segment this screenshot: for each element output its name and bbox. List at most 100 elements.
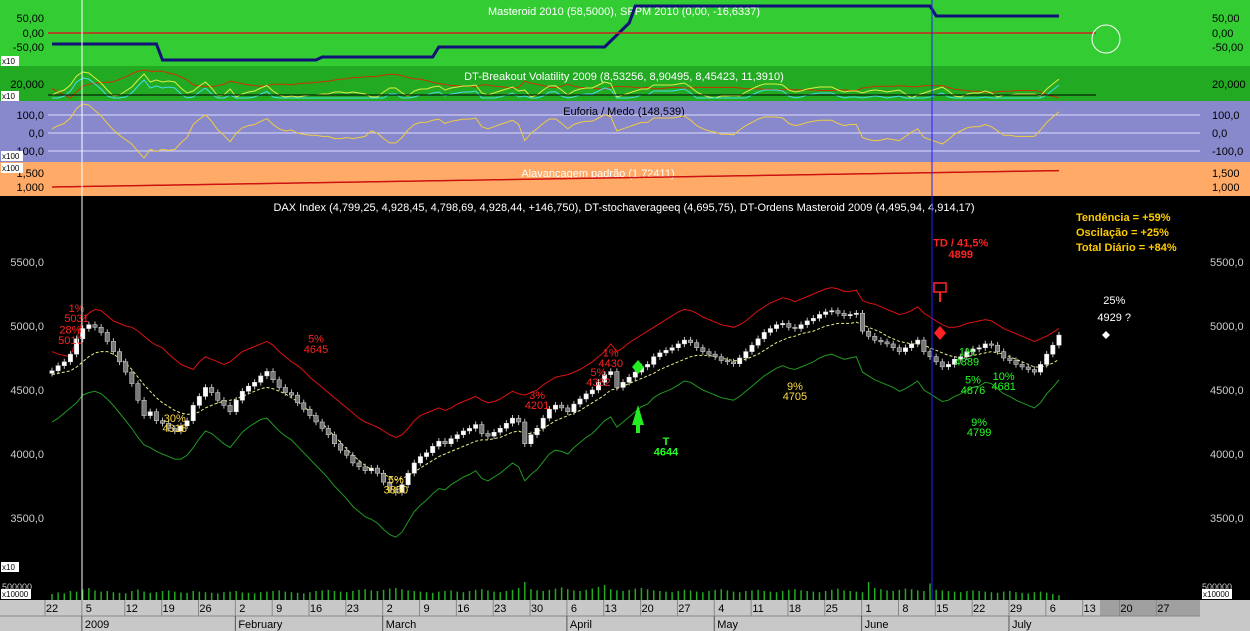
candle-down	[307, 408, 313, 416]
masteroid-tick-right-1: 50,00	[1212, 13, 1240, 25]
candle-down	[227, 405, 233, 413]
candle-down	[362, 466, 368, 471]
candle-down	[988, 343, 994, 346]
candle-up	[417, 456, 423, 464]
candle-up	[645, 364, 651, 368]
candle-down	[921, 339, 927, 352]
candle-up	[571, 403, 577, 413]
candle-up	[663, 350, 669, 354]
candle-down	[117, 351, 122, 363]
candle-down	[522, 421, 528, 445]
candle-up	[829, 310, 835, 313]
candle-down	[878, 339, 884, 343]
alavancagem-scale-tag: x100	[2, 164, 20, 173]
candle-up	[190, 405, 196, 421]
euforia-tick-left-2: 0,0	[29, 128, 44, 140]
candle-down	[141, 399, 147, 416]
annotation-label: 4705	[783, 391, 807, 403]
x-axis-day-label: 13	[605, 603, 617, 615]
candle-up	[49, 370, 55, 374]
candle-up	[669, 347, 675, 351]
candle-down	[1001, 351, 1007, 359]
candle-down	[731, 361, 736, 365]
x-axis-day-label: 27	[678, 603, 690, 615]
candle-down	[356, 462, 362, 468]
candle-up	[798, 324, 804, 329]
masteroid-tick-left-2: 0,00	[23, 28, 44, 40]
summary-total: Total Diário = +84%	[1076, 242, 1177, 254]
candle-up	[915, 339, 921, 345]
masteroid-tick-left-3: -50,00	[13, 42, 44, 54]
candle-up	[528, 434, 534, 445]
candle-up	[804, 320, 810, 325]
x-axis-day-label: 5	[86, 603, 92, 615]
masteroid-title: Masteroid 2010 (58,5000), SPPM 2010 (0,0…	[488, 6, 760, 18]
annotation-label: 4899	[948, 249, 972, 261]
price-tick-left-3: 4500,0	[10, 385, 44, 397]
candle-up	[196, 396, 202, 406]
x-axis-day-label: 13	[1084, 603, 1096, 615]
candle-up	[749, 344, 755, 352]
candle-up	[448, 438, 454, 445]
candle-down	[479, 424, 485, 434]
candle-down	[890, 343, 896, 349]
x-axis-day-label: 30	[531, 603, 543, 615]
price-tick-right-2: 5000,0	[1210, 321, 1244, 333]
x-axis-day-label: 27	[1157, 603, 1169, 615]
candle-down	[123, 361, 129, 373]
x-axis-day-label: 9	[276, 603, 282, 615]
annotation-label: 4799	[967, 427, 991, 439]
candle-down	[270, 371, 276, 381]
x-axis-month-label: May	[717, 619, 738, 631]
annotation-label: 4645	[304, 344, 328, 356]
x-axis-day-label: 16	[457, 603, 469, 615]
candle-up	[473, 424, 479, 429]
candle-up	[589, 389, 595, 395]
masteroid-tick-right-3: -50,00	[1212, 42, 1243, 54]
alavancagem-tick-right-1: 1,500	[1212, 168, 1240, 180]
candle-down	[995, 344, 1001, 352]
candle-up	[767, 328, 773, 333]
candle-up	[405, 472, 411, 485]
candle-up	[737, 357, 743, 365]
candle-up	[246, 385, 251, 392]
x-axis-day-label: 23	[347, 603, 359, 615]
x-axis-month-label: February	[238, 619, 283, 631]
x-axis-day-label: 8	[902, 603, 908, 615]
annotation-label: 4876	[961, 385, 985, 397]
price-title: DAX Index (4,799,25, 4,928,45, 4,798,69,…	[273, 202, 974, 214]
candle-down	[442, 440, 448, 445]
x-axis-day-label: 9	[423, 603, 429, 615]
candle-down	[338, 443, 344, 451]
x-axis-day-label: 6	[571, 603, 577, 615]
price-tick-left-4: 4000,0	[10, 449, 44, 461]
annotation-label: 25%	[1103, 295, 1125, 307]
candle-up	[460, 430, 466, 436]
candle-down	[706, 351, 712, 355]
candle-down	[98, 327, 104, 333]
candle-up	[743, 351, 749, 359]
annotation-label: 4430	[598, 358, 622, 370]
candle-up	[903, 347, 908, 352]
x-axis-month-label: June	[865, 619, 889, 631]
candle-down	[215, 392, 221, 401]
candle-up	[411, 462, 417, 474]
candle-down	[860, 312, 865, 332]
alavancagem-tick-right-2: 1,000	[1212, 182, 1240, 194]
candle-down	[1013, 360, 1019, 365]
candle-up	[553, 404, 558, 410]
price-tick-right-4: 4000,0	[1210, 449, 1244, 461]
x-axis-day-label: 6	[1050, 603, 1056, 615]
x-axis-day-label: 15	[936, 603, 948, 615]
masteroid-scale-tag: x10	[2, 57, 15, 66]
price-panel-bg	[0, 197, 1250, 600]
candle-up	[424, 452, 429, 457]
price-tick-left-1: 5500,0	[10, 257, 44, 269]
candle-down	[209, 387, 215, 393]
candle-down	[1025, 366, 1031, 370]
masteroid-tick-left-1: 50,00	[16, 13, 44, 25]
candle-up	[368, 467, 374, 471]
x-axis-day-label: 1	[866, 603, 872, 615]
summary-oscilacao: Oscilação = +25%	[1076, 227, 1169, 239]
alavancagem-panel: Alavancagem padrão (1,72411) 1,500 1,000…	[0, 162, 1250, 196]
